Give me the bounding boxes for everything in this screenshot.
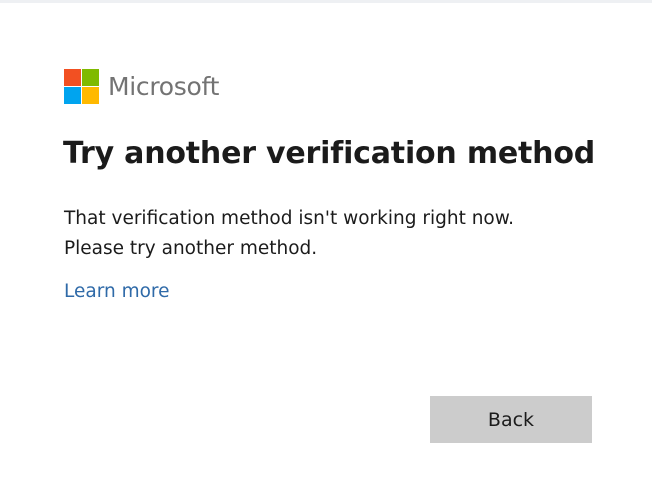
page-title: Try another verification method xyxy=(63,136,596,171)
back-button[interactable]: Back xyxy=(430,396,592,443)
windows-logo-icon xyxy=(64,69,99,104)
brand-name: Microsoft xyxy=(108,72,220,101)
verification-dialog: Microsoft Try another verification metho… xyxy=(0,0,652,504)
logo-red-square xyxy=(64,69,81,86)
error-message: That verification method isn't working r… xyxy=(64,204,604,264)
window-top-edge xyxy=(0,0,652,3)
error-message-line: Please try another method. xyxy=(64,238,318,259)
logo-yellow-square xyxy=(82,87,99,104)
learn-more-link[interactable]: Learn more xyxy=(64,281,170,302)
microsoft-logo: Microsoft xyxy=(64,69,219,104)
logo-green-square xyxy=(82,69,99,86)
error-message-line: That verification method isn't working r… xyxy=(64,208,515,229)
logo-blue-square xyxy=(64,87,81,104)
